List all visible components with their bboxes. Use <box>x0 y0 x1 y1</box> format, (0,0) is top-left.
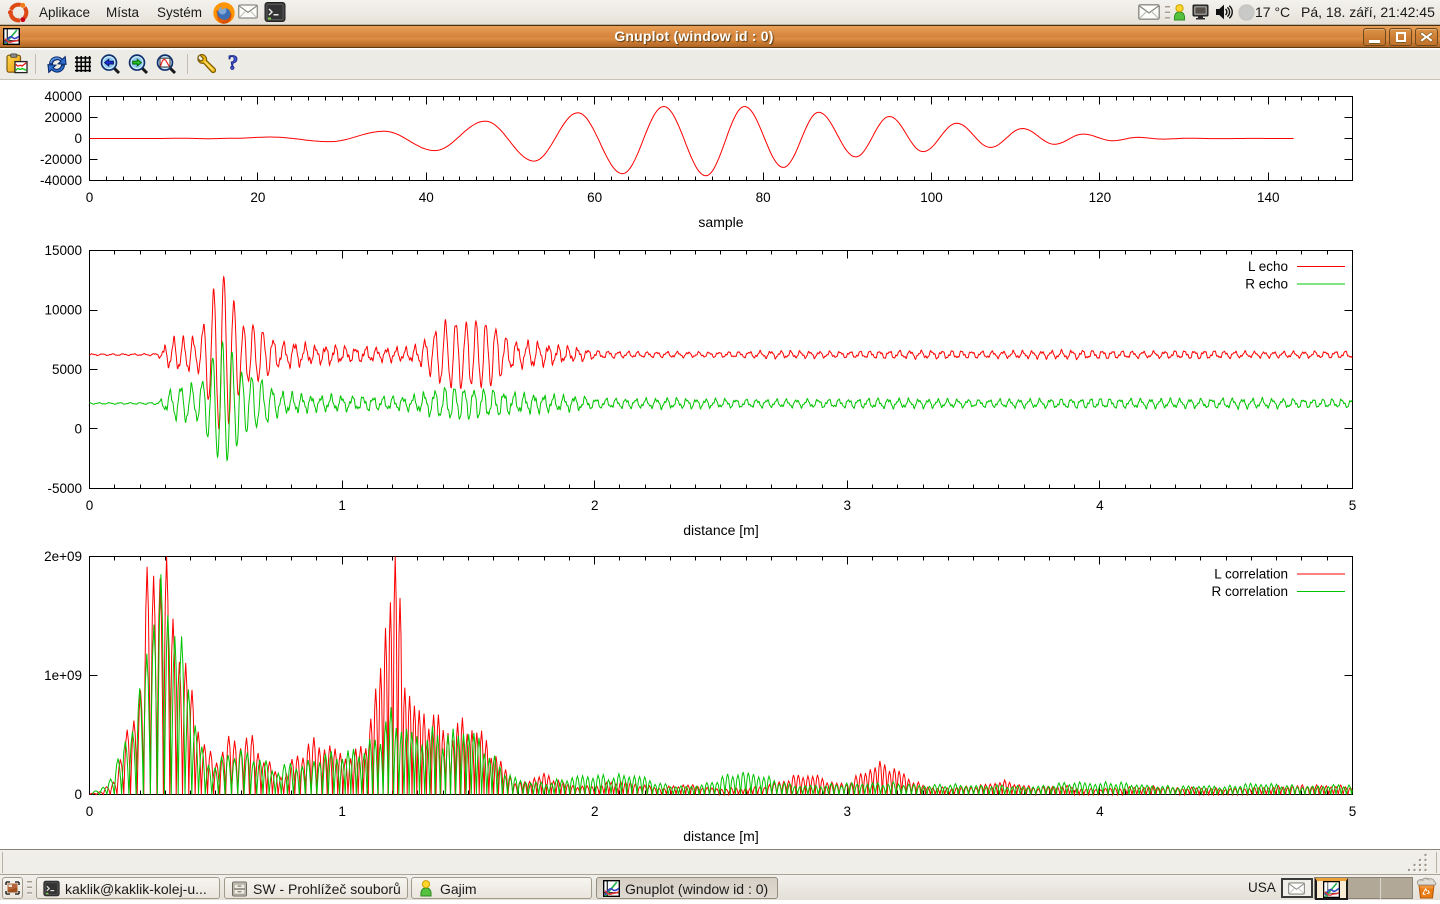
svg-text:5: 5 <box>1349 804 1357 819</box>
svg-text:4: 4 <box>1096 804 1104 819</box>
svg-text:80: 80 <box>756 190 771 205</box>
svg-text:20: 20 <box>250 190 265 205</box>
svg-text:3: 3 <box>844 804 852 819</box>
svg-text:-40000: -40000 <box>40 173 82 188</box>
svg-text:distance [m]: distance [m] <box>683 828 758 844</box>
svg-text:distance [m]: distance [m] <box>683 522 758 538</box>
svg-text:0: 0 <box>74 787 82 802</box>
svg-text:20000: 20000 <box>44 110 82 125</box>
svg-text:3: 3 <box>844 498 852 513</box>
svg-text:60: 60 <box>587 190 602 205</box>
svg-text:0: 0 <box>86 498 94 513</box>
svg-text:40000: 40000 <box>44 89 82 104</box>
svg-text:1: 1 <box>338 804 346 819</box>
svg-text:L correlation: L correlation <box>1214 567 1288 582</box>
svg-text:0: 0 <box>74 131 82 146</box>
svg-text:5000: 5000 <box>52 362 82 377</box>
svg-text:40: 40 <box>419 190 434 205</box>
svg-text:?: ? <box>228 52 239 74</box>
svg-text:140: 140 <box>1257 190 1280 205</box>
svg-text:100: 100 <box>920 190 943 205</box>
svg-text:2e+09: 2e+09 <box>44 549 82 564</box>
svg-text:10000: 10000 <box>44 303 82 318</box>
svg-text:5: 5 <box>1349 498 1357 513</box>
svg-text:4: 4 <box>1096 498 1104 513</box>
svg-text:sample: sample <box>698 214 743 230</box>
svg-text:L echo: L echo <box>1248 259 1288 274</box>
svg-text:0: 0 <box>86 190 94 205</box>
svg-text:0: 0 <box>74 422 82 437</box>
svg-text:R echo: R echo <box>1245 277 1288 292</box>
svg-text:1e+09: 1e+09 <box>44 668 82 683</box>
svg-text:15000: 15000 <box>44 243 82 258</box>
svg-text:R correlation: R correlation <box>1211 584 1288 599</box>
svg-text:-5000: -5000 <box>47 481 82 496</box>
svg-text:120: 120 <box>1089 190 1112 205</box>
svg-text:0: 0 <box>86 804 94 819</box>
svg-text:2: 2 <box>591 498 599 513</box>
svg-text:2: 2 <box>591 804 599 819</box>
svg-text:1: 1 <box>338 498 346 513</box>
svg-text:-20000: -20000 <box>40 152 82 167</box>
